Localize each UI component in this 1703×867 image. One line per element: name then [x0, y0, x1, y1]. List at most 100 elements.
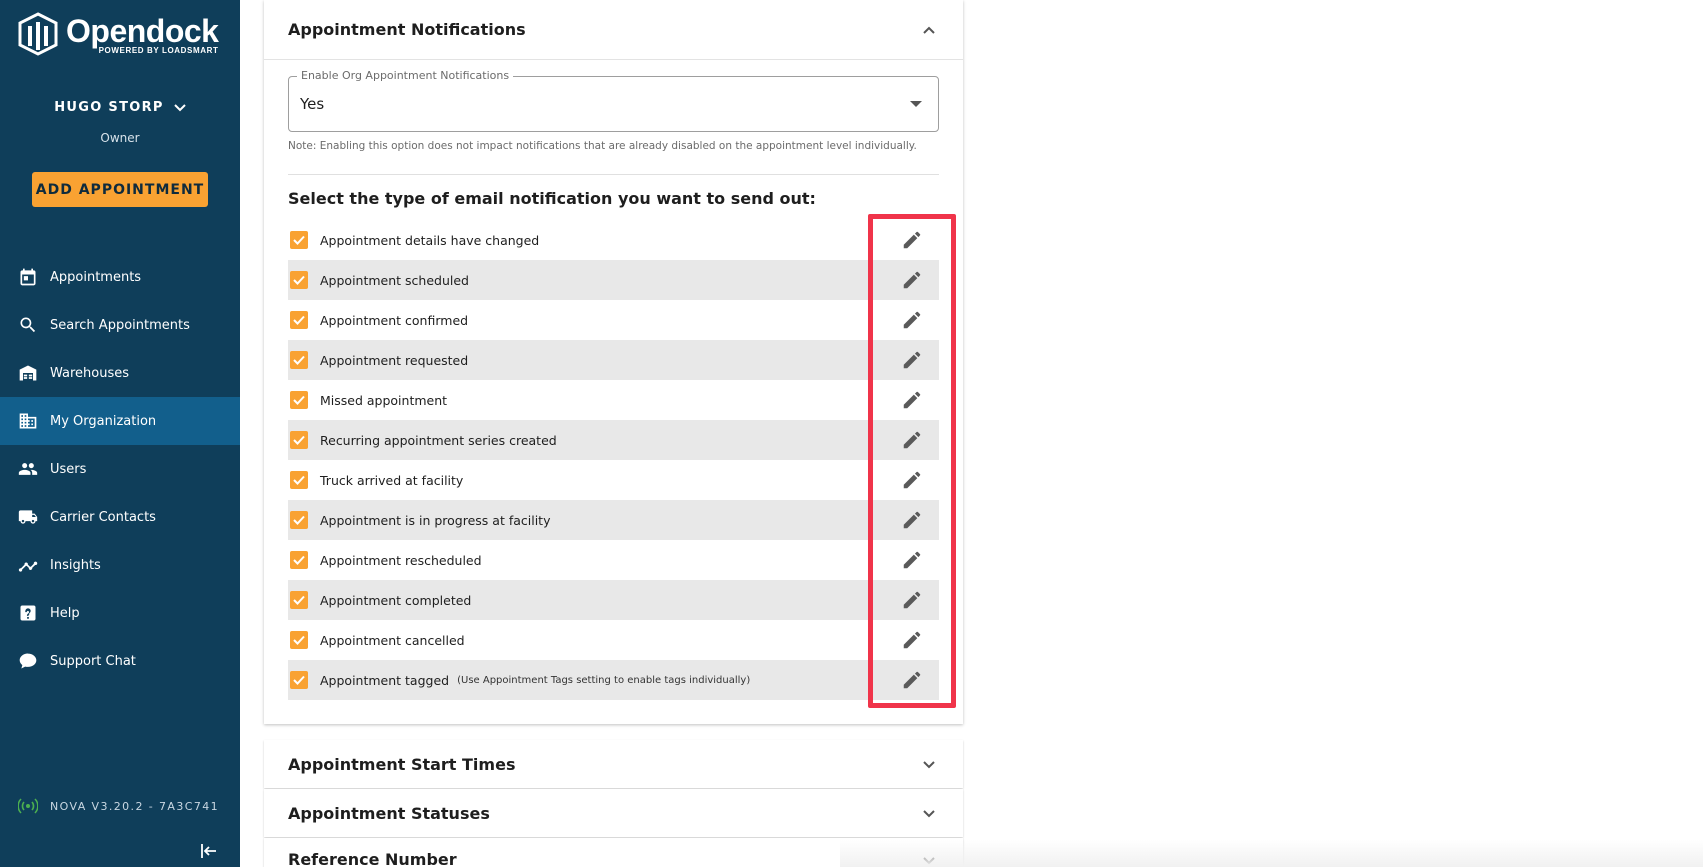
notification-label: Appointment rescheduled: [320, 552, 482, 568]
brand-logo[interactable]: Opendock POWERED BY LOADSMART: [18, 12, 219, 56]
list-item: Truck arrived at facility: [288, 460, 939, 500]
divider: [288, 174, 939, 175]
notification-checkbox[interactable]: [290, 311, 308, 329]
brand-name: Opendock: [66, 12, 219, 49]
edit-pencil-icon[interactable]: [901, 629, 923, 651]
user-name: HUGO STORP: [54, 100, 164, 115]
select-legend: Enable Org Appointment Notifications: [297, 69, 514, 82]
list-item: Appointment requested: [288, 340, 939, 380]
check-icon: [293, 435, 305, 445]
version-text: NOVA V3.20.2 - 7A3C741: [50, 799, 220, 813]
edit-pencil-icon[interactable]: [901, 229, 923, 251]
signal-icon: [18, 798, 38, 814]
check-icon: [293, 315, 305, 325]
edit-pencil-icon[interactable]: [901, 589, 923, 611]
list-item: Appointment details have changed: [288, 220, 939, 260]
notification-label: Appointment requested: [320, 352, 469, 368]
user-role: Owner: [100, 131, 140, 145]
building-icon: [19, 413, 37, 429]
notification-checkbox[interactable]: [290, 271, 308, 289]
list-item: Recurring appointment series created: [288, 420, 939, 460]
list-item: Appointment cancelled: [288, 620, 939, 660]
sidebar-item-label: Carrier Contacts: [50, 509, 156, 525]
sidebar-item-my-organization[interactable]: My Organization: [0, 397, 240, 445]
edit-pencil-icon[interactable]: [901, 669, 923, 691]
sidebar-item-label: Help: [50, 605, 80, 621]
select-value: Yes: [300, 95, 325, 113]
notification-label: Appointment completed: [320, 592, 472, 608]
notification-list: Appointment details have changed Appoint…: [288, 220, 939, 700]
sidebar-item-label: Insights: [50, 557, 101, 573]
version-info: NOVA V3.20.2 - 7A3C741: [18, 798, 219, 814]
edit-pencil-icon[interactable]: [901, 549, 923, 571]
user-menu[interactable]: HUGO STORP Owner: [0, 96, 240, 145]
check-icon: [293, 475, 305, 485]
list-item: Appointment confirmed: [288, 300, 939, 340]
accordion-appointment-statuses[interactable]: Appointment Statuses: [264, 789, 963, 837]
edit-pencil-icon[interactable]: [901, 469, 923, 491]
chevron-down-icon: [923, 810, 935, 818]
sidebar-item-insights[interactable]: Insights: [0, 541, 240, 589]
brand-tagline: POWERED BY LOADSMART: [98, 45, 219, 55]
chevron-down-icon: [923, 761, 935, 769]
sidebar-item-label: Search Appointments: [50, 317, 190, 333]
sidebar-item-appointments[interactable]: Appointments: [0, 253, 240, 301]
sidebar-item-label: Support Chat: [50, 653, 136, 669]
users-icon: [18, 463, 38, 475]
notification-checkbox[interactable]: [290, 671, 308, 689]
sidebar-item-label: Warehouses: [50, 365, 130, 381]
notification-checkbox[interactable]: [290, 351, 308, 369]
notification-checkbox[interactable]: [290, 231, 308, 249]
list-item: Appointment rescheduled: [288, 540, 939, 580]
check-icon: [293, 675, 305, 685]
warehouse-icon: [19, 365, 37, 381]
sidebar-item-users[interactable]: Users: [0, 445, 240, 493]
app-root: Opendock POWERED BY LOADSMART HUGO STORP…: [0, 0, 1703, 867]
sidebar-item-carrier-contacts[interactable]: Carrier Contacts: [0, 493, 240, 541]
notification-label: Missed appointment: [320, 392, 448, 408]
sidebar-nav: Appointments Search Appointments Warehou…: [0, 253, 240, 685]
edit-pencil-icon[interactable]: [901, 269, 923, 291]
enable-notifications-select[interactable]: Enable Org Appointment Notifications Yes: [288, 69, 939, 132]
accordion-title: Reference Number: [288, 850, 457, 867]
notification-checkbox[interactable]: [290, 431, 308, 449]
list-item: Missed appointment: [288, 380, 939, 420]
notification-label: Appointment confirmed: [320, 312, 469, 328]
sidebar-item-help[interactable]: Help: [0, 589, 240, 637]
collapse-sidebar-icon[interactable]: [200, 842, 218, 860]
add-appointment-button[interactable]: ADD APPOINTMENT: [32, 172, 208, 207]
sidebar-item-support-chat[interactable]: Support Chat: [0, 637, 240, 685]
accordion-title: Appointment Start Times: [288, 754, 516, 774]
chevron-up-icon[interactable]: [919, 20, 939, 40]
edit-pencil-icon[interactable]: [901, 309, 923, 331]
notification-checkbox[interactable]: [290, 471, 308, 489]
check-icon: [293, 355, 305, 365]
notification-checkbox[interactable]: [290, 391, 308, 409]
notification-checkbox[interactable]: [290, 551, 308, 569]
notification-checkbox[interactable]: [290, 631, 308, 649]
check-icon: [293, 275, 305, 285]
edit-pencil-icon[interactable]: [901, 389, 923, 411]
notification-checkbox[interactable]: [290, 591, 308, 609]
notification-label: Appointment scheduled: [320, 272, 469, 288]
check-icon: [293, 635, 305, 645]
sidebar-item-label: Appointments: [50, 269, 142, 285]
chat-icon: [19, 653, 37, 669]
notification-hint: (Use Appointment Tags setting to enable …: [457, 674, 751, 686]
panel-header[interactable]: Appointment Notifications: [264, 0, 963, 60]
edit-pencil-icon[interactable]: [901, 349, 923, 371]
opendock-logo-icon: [18, 12, 58, 56]
notification-checkbox[interactable]: [290, 511, 308, 529]
sidebar-item-label: Users: [50, 461, 87, 477]
notification-label: Appointment tagged: [320, 672, 450, 688]
chevron-down-icon: [174, 103, 186, 111]
edit-pencil-icon[interactable]: [901, 429, 923, 451]
sidebar-item-warehouses[interactable]: Warehouses: [0, 349, 240, 397]
check-icon: [293, 555, 305, 565]
insights-icon: [18, 561, 38, 572]
search-icon: [20, 317, 36, 333]
list-item: Appointment is in progress at facility: [288, 500, 939, 540]
sidebar-item-search-appointments[interactable]: Search Appointments: [0, 301, 240, 349]
edit-pencil-icon[interactable]: [901, 509, 923, 531]
accordion-appointment-start-times[interactable]: Appointment Start Times: [264, 740, 963, 788]
